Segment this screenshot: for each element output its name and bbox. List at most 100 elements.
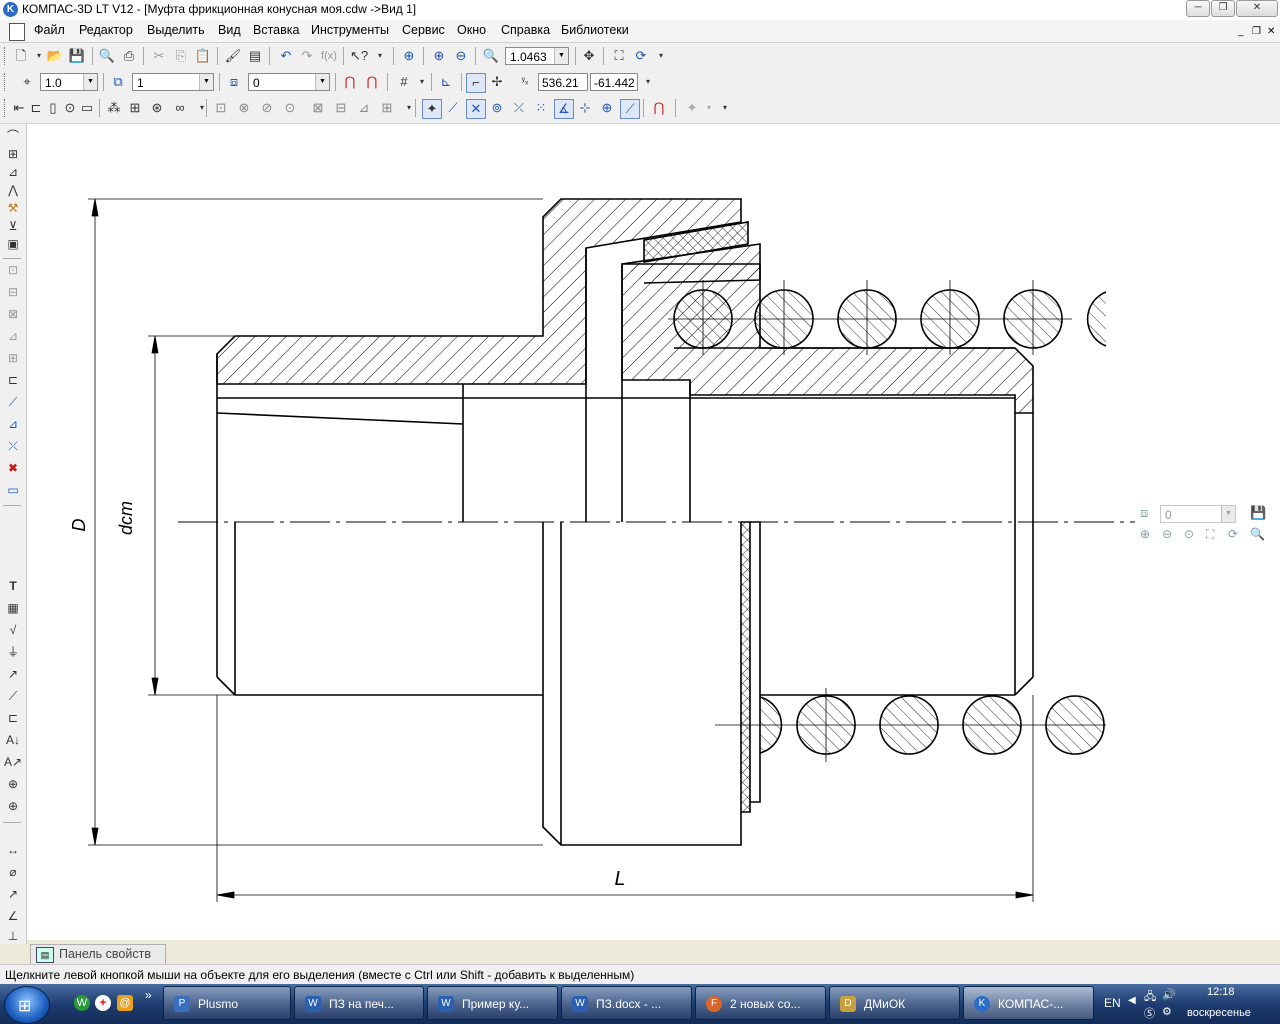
dimensions-icon[interactable]: ⊞	[3, 144, 23, 164]
current-view-icon[interactable]: ⧉	[109, 73, 127, 91]
print-preview-icon[interactable]: 🔍	[1250, 527, 1265, 541]
layers-icon[interactable]: ⧈	[1140, 505, 1158, 523]
axis-icon[interactable]: ⊕	[3, 774, 23, 794]
layer-state-icon[interactable]: ⊛	[148, 99, 166, 117]
snap-nearest-icon[interactable]: ✦	[422, 99, 442, 119]
view-edit-icon[interactable]: ▯	[44, 99, 62, 117]
pan-icon[interactable]: ✥	[580, 47, 598, 65]
macro-explode-icon[interactable]: ⊿	[355, 99, 373, 117]
arc-icon[interactable]: ⊞	[3, 348, 23, 368]
snap-normal-icon[interactable]: ⤫	[510, 99, 528, 117]
drawing-svg[interactable]: D dcm L	[27, 124, 1280, 940]
minimize-button[interactable]: ─	[1186, 0, 1210, 17]
tray-expand-icon[interactable]: ◀	[1128, 995, 1136, 1006]
position-icon[interactable]: ⟋	[3, 686, 23, 706]
language-indicator[interactable]: EN	[1104, 996, 1121, 1010]
snap-grid-icon[interactable]: ⁙	[532, 99, 550, 117]
menu-insert[interactable]: Вставка	[253, 23, 299, 37]
ellipse-icon[interactable]: ⊏	[3, 370, 23, 390]
segment-icon[interactable]: ⊠	[3, 304, 23, 324]
settings-icon[interactable]: ⚙	[1162, 1005, 1172, 1018]
chevron-down-icon[interactable]: ▼	[554, 48, 568, 64]
variables-table-icon[interactable]: ▤	[246, 47, 264, 65]
chevron-down-icon[interactable]: ▼	[83, 74, 97, 90]
zoom-out-icon[interactable]: ⊖	[1162, 527, 1172, 541]
measure-icon[interactable]: ⊻	[3, 216, 23, 236]
chevron-down-icon[interactable]: ▼	[199, 74, 213, 90]
chevron-down-icon[interactable]: ▼	[1221, 506, 1235, 522]
chevron-down-icon[interactable]: ▾	[716, 99, 734, 117]
insert-fragment-icon[interactable]: ⊡	[212, 99, 230, 117]
mdi-minimize-button[interactable]: _	[1238, 26, 1244, 37]
auxiliary-line-icon[interactable]: ⊟	[3, 282, 23, 302]
menu-view[interactable]: Вид	[218, 23, 241, 37]
zoom-scale-icon[interactable]: ⊙	[1184, 527, 1194, 541]
new-document-icon[interactable]: 🗋	[12, 47, 30, 65]
menu-file[interactable]: Файл	[34, 23, 65, 37]
center-mark-icon[interactable]: ⊕	[3, 796, 23, 816]
open-folder-icon[interactable]: 📂	[46, 47, 64, 65]
view-origin-icon[interactable]: ⊙	[61, 99, 79, 117]
menu-window[interactable]: Окно	[457, 23, 486, 37]
leader-icon[interactable]: ↗	[3, 664, 23, 684]
quicklaunch-app-icon[interactable]: W	[74, 995, 90, 1011]
quicklaunch-mail-icon[interactable]: @	[117, 995, 133, 1011]
taskbar-button-word-3[interactable]: W ПЗ.docx - ...	[561, 986, 692, 1020]
zoom-window-icon[interactable]: ⊕	[400, 47, 418, 65]
arc-dimension-icon[interactable]: ⊥	[3, 926, 23, 946]
redo-icon[interactable]: ↷	[298, 47, 316, 65]
taskbar-button-firefox[interactable]: F 2 новых со...	[695, 986, 826, 1020]
taskbar-button-folder[interactable]: D ДМиОК	[829, 986, 960, 1020]
table-icon[interactable]: ▦	[3, 598, 23, 618]
snap-angle-icon[interactable]: ∡	[554, 99, 574, 119]
snap-magnet-icon[interactable]: ⋂	[341, 73, 359, 91]
layer-new-icon[interactable]: ⁂	[105, 99, 123, 117]
view-combobox[interactable]: 1 ▼	[132, 73, 214, 91]
copy-icon[interactable]: ⎘	[172, 47, 190, 65]
chevron-down-icon[interactable]: ▾	[639, 73, 657, 91]
print-icon[interactable]: ⎙	[120, 47, 138, 65]
quicklaunch-more-button[interactable]: »	[145, 988, 152, 1002]
polyline-icon[interactable]: ⊿	[3, 414, 23, 434]
step-combobox[interactable]: 1.0 ▼	[40, 73, 98, 91]
toolbar-grip[interactable]	[4, 47, 8, 65]
chevron-down-icon[interactable]: ▼	[315, 74, 329, 90]
insert-object-icon[interactable]: ⊘	[258, 99, 276, 117]
view-minus-icon[interactable]: ▭	[78, 99, 96, 117]
undo-icon[interactable]: ↶	[277, 47, 295, 65]
layers-icon[interactable]: ⧈	[225, 73, 243, 91]
macro-scale-icon[interactable]: ⊞	[378, 99, 396, 117]
drawing-canvas[interactable]: D dcm L	[27, 124, 1280, 940]
skype-icon[interactable]: Ⓢ	[1144, 1005, 1155, 1021]
paste-icon[interactable]: 📋	[194, 47, 212, 65]
macro-edit-icon[interactable]: ⊟	[332, 99, 350, 117]
geometry-icon[interactable]: ⌒	[3, 126, 23, 146]
menu-select[interactable]: Выделить	[147, 23, 205, 37]
show-all-icon[interactable]: ⛶	[1206, 527, 1214, 542]
volume-icon[interactable]: 🔊	[1162, 988, 1176, 1001]
snap-tangent-icon[interactable]: ⊚	[488, 99, 506, 117]
ortho-mode-icon[interactable]: ⌐	[466, 73, 486, 93]
grid-icon[interactable]: #	[395, 73, 413, 91]
rectangle-icon[interactable]: ▭	[3, 480, 23, 500]
cursor-x-field[interactable]: 536.21	[538, 73, 588, 91]
taskbar-button-word-1[interactable]: W ПЗ на печ...	[294, 986, 424, 1020]
local-coordinates-icon[interactable]: ⊾	[437, 73, 455, 91]
chevron-down-icon[interactable]: ▾	[652, 47, 670, 65]
menu-edit[interactable]: Редактор	[79, 23, 133, 37]
clock-time[interactable]: 12:18	[1207, 986, 1235, 998]
parametrization-icon[interactable]: ⚒	[3, 198, 23, 218]
taskbar-button-word-2[interactable]: W Пример ку...	[427, 986, 558, 1020]
menu-service[interactable]: Сервис	[402, 23, 445, 37]
layer-mini-combobox[interactable]: 0 ▼	[1160, 505, 1236, 523]
save-icon[interactable]: 💾	[1250, 505, 1266, 521]
close-button[interactable]: ✕	[1236, 0, 1278, 17]
clock-day[interactable]: воскресенье	[1187, 1007, 1251, 1019]
zoom-scale-icon[interactable]: 🔍	[482, 47, 500, 65]
function-icon[interactable]: f(x)	[320, 47, 338, 65]
menu-help[interactable]: Справка	[501, 23, 550, 37]
angular-dimension-icon[interactable]: ∠	[3, 906, 23, 926]
print-preview-icon[interactable]: 🔍	[98, 47, 116, 65]
snap-center-icon[interactable]: ⊕	[598, 99, 616, 117]
radial-dimension-icon[interactable]: ↗	[3, 884, 23, 904]
